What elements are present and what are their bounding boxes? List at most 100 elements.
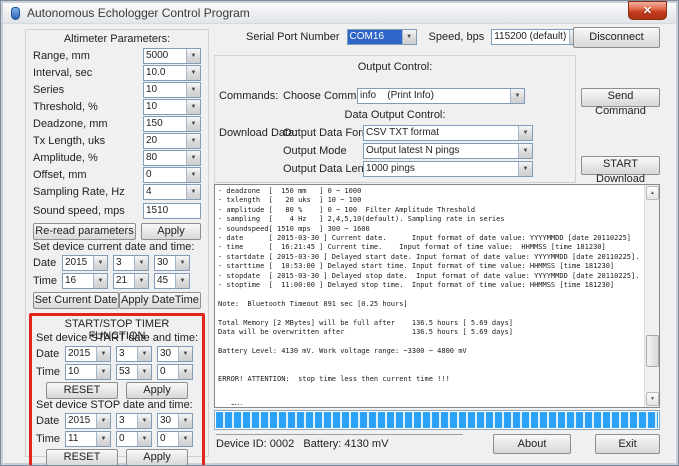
stop-hour-value: 11 [66, 432, 96, 446]
deadzone-select[interactable]: 150 ▼ [143, 116, 201, 132]
threshold-select[interactable]: 10 ▼ [143, 99, 201, 115]
app-window: Autonomous Echologger Control Program ✕ … [0, 0, 679, 466]
start-download-button[interactable]: START Download [581, 156, 660, 175]
interval-select[interactable]: 10.0 ▼ [143, 65, 201, 81]
scrollbar-thumb[interactable] [646, 335, 659, 367]
scroll-down-icon[interactable]: ▼ [646, 392, 659, 406]
exit-button[interactable]: Exit [595, 434, 660, 454]
chevron-down-icon[interactable]: ▼ [93, 256, 107, 270]
reread-parameters-button[interactable]: Re-read parameters [33, 223, 136, 240]
series-select[interactable]: 10 ▼ [143, 82, 201, 98]
amplitude-select[interactable]: 80 ▼ [143, 150, 201, 166]
chevron-down-icon[interactable]: ▼ [96, 365, 110, 379]
chevron-down-icon[interactable]: ▼ [186, 49, 200, 63]
stop-month-select[interactable]: 3 ▼ [116, 413, 152, 429]
offset-select[interactable]: 0 ▼ [143, 167, 201, 183]
stop-year-value: 2015 [66, 414, 96, 428]
close-icon[interactable]: ✕ [628, 1, 667, 20]
time-label: Time [36, 366, 65, 378]
chevron-down-icon[interactable]: ▼ [178, 414, 192, 428]
stop-second-value: 0 [158, 432, 178, 446]
status-bar: Device ID: 0002 Battery: 4130 mV [216, 434, 463, 450]
timer-function-title: START/STOP TIMER FUNCTION [36, 318, 198, 332]
chevron-down-icon[interactable]: ▼ [96, 347, 110, 361]
output-data-length-select[interactable]: 1000 pings ▼ [363, 161, 533, 177]
chevron-down-icon[interactable]: ▼ [96, 414, 110, 428]
sound-speed-input[interactable]: 1510 [143, 203, 201, 219]
chevron-down-icon[interactable]: ▼ [186, 83, 200, 97]
time-label: Time [33, 275, 62, 287]
chevron-down-icon[interactable]: ▼ [186, 151, 200, 165]
stop-reset-button[interactable]: RESET [46, 449, 118, 466]
output-mode-select[interactable]: Output latest N pings ▼ [363, 143, 533, 159]
current-year-select[interactable]: 2015 ▼ [62, 255, 108, 271]
chevron-down-icon[interactable]: ▼ [137, 414, 151, 428]
chevron-down-icon[interactable]: ▼ [518, 144, 532, 158]
start-day-select[interactable]: 30 ▼ [157, 346, 193, 362]
start-minute-select[interactable]: 53 ▼ [116, 364, 152, 380]
scroll-up-icon[interactable]: ▲ [646, 186, 659, 200]
chevron-down-icon[interactable]: ▼ [137, 347, 151, 361]
chevron-down-icon[interactable]: ▼ [137, 365, 151, 379]
chevron-down-icon[interactable]: ▼ [93, 274, 107, 288]
chevron-down-icon[interactable]: ▼ [137, 432, 151, 446]
chevron-down-icon[interactable]: ▼ [518, 162, 532, 176]
time-label: Time [36, 433, 65, 445]
start-reset-button[interactable]: RESET [46, 382, 118, 399]
start-apply-button[interactable]: Apply [126, 382, 188, 399]
stop-year-select[interactable]: 2015 ▼ [65, 413, 111, 429]
output-data-format-select[interactable]: CSV TXT format ▼ [363, 125, 533, 141]
send-command-button[interactable]: Send Command [581, 88, 660, 107]
stop-second-select[interactable]: 0 ▼ [157, 431, 193, 447]
chevron-down-icon[interactable]: ▼ [402, 30, 416, 44]
stop-minute-select[interactable]: 0 ▼ [116, 431, 152, 447]
output-data-length-label: Output Data Length [283, 163, 363, 175]
chevron-down-icon[interactable]: ▼ [178, 347, 192, 361]
chevron-down-icon[interactable]: ▼ [178, 432, 192, 446]
chevron-down-icon[interactable]: ▼ [186, 66, 200, 80]
chevron-down-icon[interactable]: ▼ [134, 256, 148, 270]
start-hour-value: 10 [66, 365, 96, 379]
apply-datetime-button[interactable]: Apply DateTime [119, 292, 201, 309]
chevron-down-icon[interactable]: ▼ [134, 274, 148, 288]
serial-port-select[interactable]: COM16 ▼ [347, 29, 417, 45]
sampling-rate-select[interactable]: 4 ▼ [143, 184, 201, 200]
chevron-down-icon[interactable]: ▼ [96, 432, 110, 446]
chevron-down-icon[interactable]: ▼ [186, 117, 200, 131]
current-hour-select[interactable]: 16 ▼ [62, 273, 108, 289]
range-select[interactable]: 5000 ▼ [143, 48, 201, 64]
choose-command-select[interactable]: info (Print Info) ▼ [357, 88, 525, 104]
chevron-down-icon[interactable]: ▼ [186, 100, 200, 114]
speed-select[interactable]: 115200 (default) ▼ [491, 29, 584, 45]
current-day-select[interactable]: 30 ▼ [154, 255, 190, 271]
stop-apply-button[interactable]: Apply [126, 449, 188, 466]
chevron-down-icon[interactable]: ▼ [186, 168, 200, 182]
set-current-date-button[interactable]: Set Current Date [33, 292, 119, 309]
chevron-down-icon[interactable]: ▼ [178, 365, 192, 379]
start-year-select[interactable]: 2015 ▼ [65, 346, 111, 362]
chevron-down-icon[interactable]: ▼ [175, 274, 189, 288]
current-minute-select[interactable]: 21 ▼ [113, 273, 149, 289]
apply-parameters-button[interactable]: Apply [141, 223, 201, 240]
chevron-down-icon[interactable]: ▼ [186, 134, 200, 148]
txlength-select[interactable]: 20 ▼ [143, 133, 201, 149]
console-output[interactable]: - deadzone [ 150 mm ] 0 ~ 1000 - txlengt… [214, 184, 660, 408]
chevron-down-icon[interactable]: ▼ [510, 89, 524, 103]
current-second-select[interactable]: 45 ▼ [154, 273, 190, 289]
stop-hour-select[interactable]: 11 ▼ [65, 431, 111, 447]
disconnect-button[interactable]: Disconnect [573, 27, 660, 48]
data-output-control-title: Data Output Control: [215, 109, 575, 121]
chevron-down-icon[interactable]: ▼ [186, 185, 200, 199]
current-month-select[interactable]: 3 ▼ [113, 255, 149, 271]
stop-day-select[interactable]: 30 ▼ [157, 413, 193, 429]
param-row: Deadzone, mm 150 ▼ [33, 115, 201, 132]
start-second-select[interactable]: 0 ▼ [157, 364, 193, 380]
chevron-down-icon[interactable]: ▼ [175, 256, 189, 270]
start-hour-select[interactable]: 10 ▼ [65, 364, 111, 380]
download-data-label: Download Data: [219, 127, 283, 139]
chevron-down-icon[interactable]: ▼ [518, 126, 532, 140]
about-button[interactable]: About [493, 434, 571, 454]
console-scrollbar[interactable]: ▲ ▼ [644, 185, 659, 407]
start-month-select[interactable]: 3 ▼ [116, 346, 152, 362]
console-text: - deadzone [ 150 mm ] 0 ~ 1000 - txlengt… [218, 187, 642, 405]
